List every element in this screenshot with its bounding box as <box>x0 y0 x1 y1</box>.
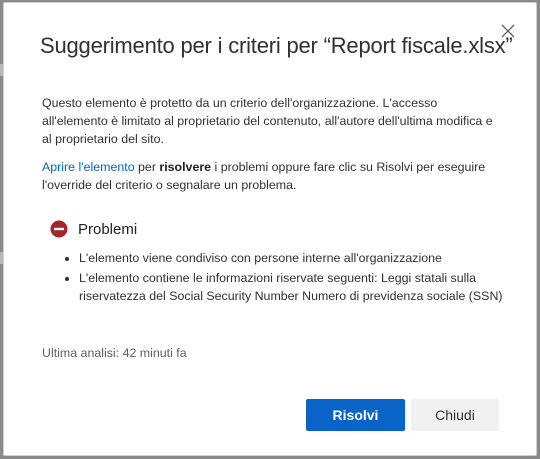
resolve-button[interactable]: Risolvi <box>306 399 405 431</box>
action-text-1: per <box>134 160 160 174</box>
action-instructions: Aprire l'elemento per risolvere i proble… <box>42 158 502 194</box>
issues-header: Problemi <box>50 220 137 238</box>
issue-item: L'elemento contiene le informazioni rise… <box>79 269 509 305</box>
issue-item: L'elemento viene condiviso con persone i… <box>79 249 509 267</box>
block-icon <box>50 220 68 238</box>
last-scan-text: Ultima analisi: 42 minuti fa <box>42 346 187 360</box>
dialog-title: Suggerimento per i criteri per “Report f… <box>40 33 513 58</box>
close-dialog-button[interactable]: Chiudi <box>411 399 499 431</box>
open-item-link[interactable]: Aprire l'elemento <box>42 160 135 174</box>
issues-heading: Problemi <box>78 220 138 238</box>
policy-tip-dialog: Suggerimento per i criteri per “Report f… <box>3 2 537 456</box>
policy-description: Questo elemento è protetto da un criteri… <box>42 96 493 146</box>
issues-list: L'elemento viene condiviso con persone i… <box>42 249 509 307</box>
action-bold-text: risolvere <box>159 160 212 174</box>
